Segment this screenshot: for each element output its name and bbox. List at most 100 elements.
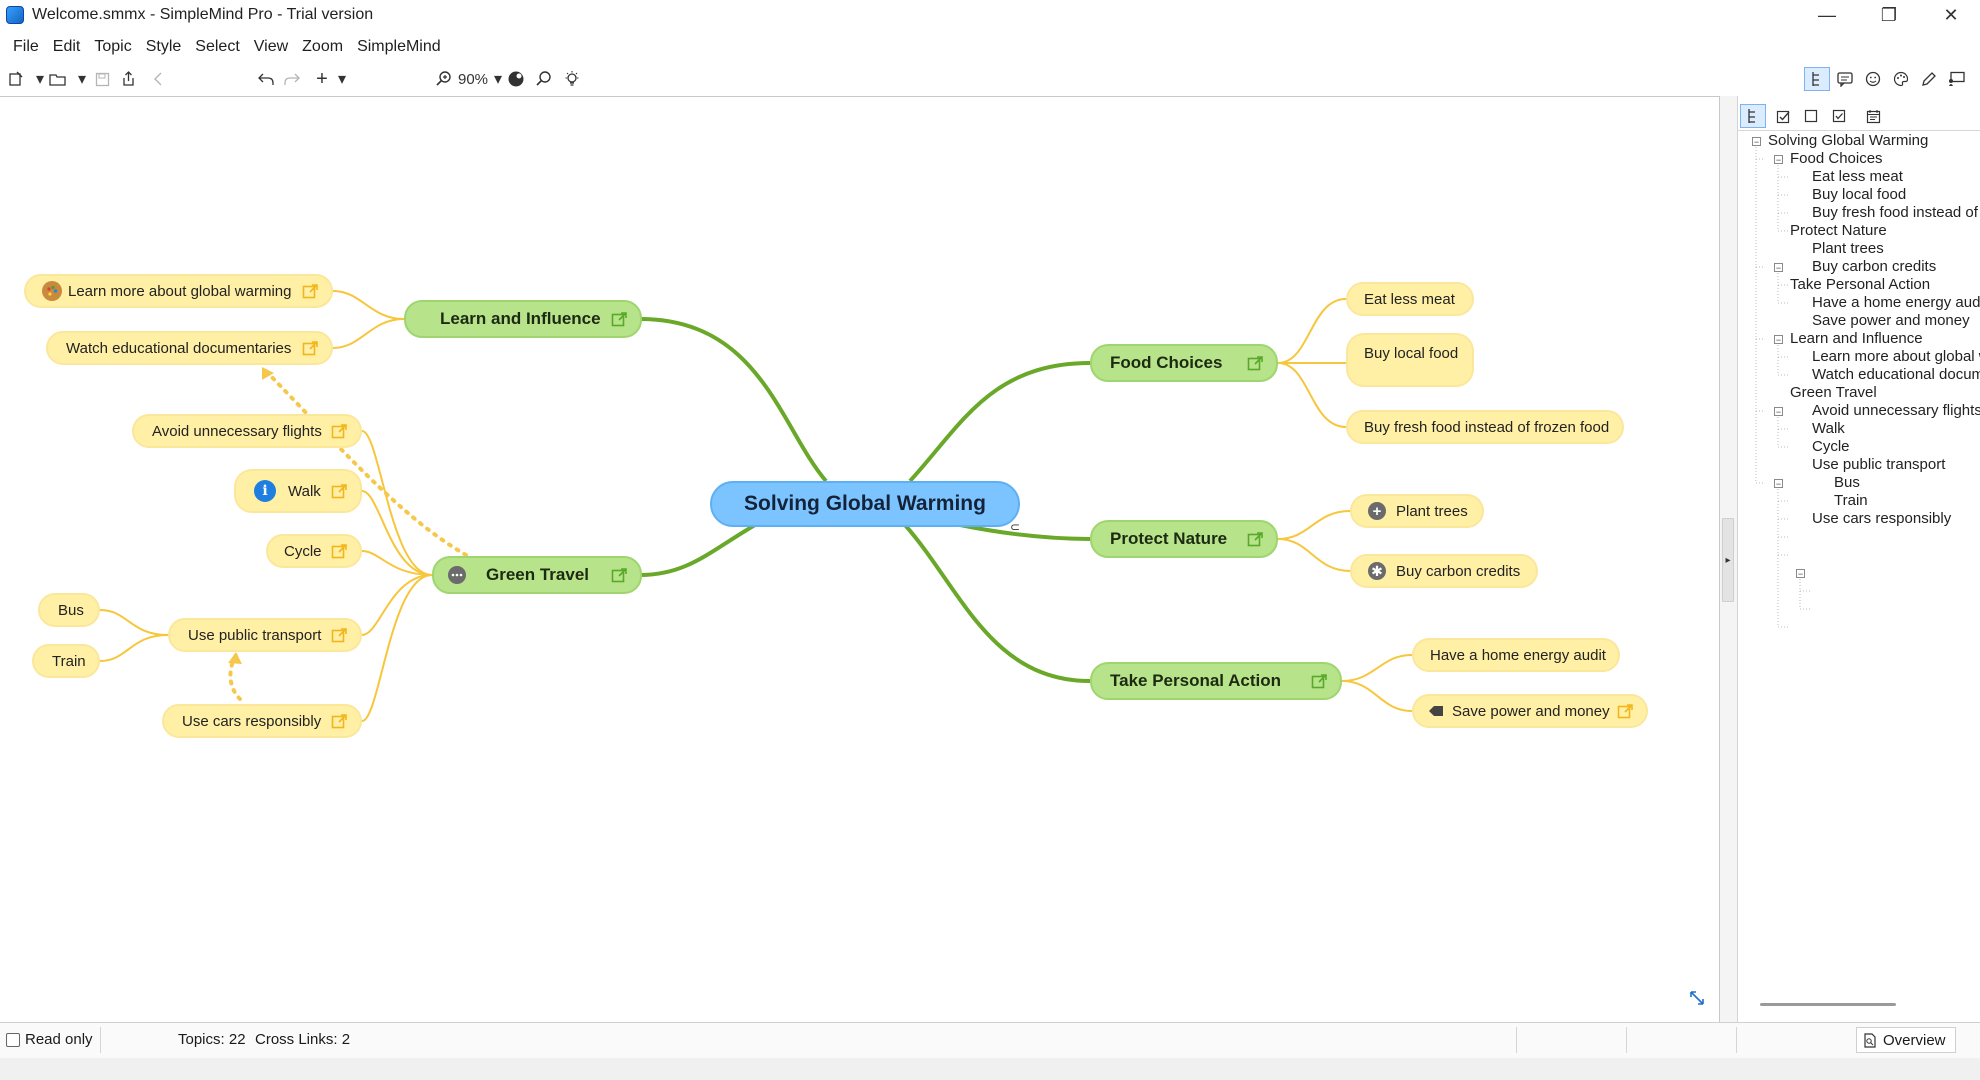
topic-buy-local-food[interactable]: Buy local food [1346, 333, 1474, 387]
status-separator [1516, 1027, 1517, 1053]
add-topic-dropdown-icon[interactable]: ▾ [332, 68, 352, 90]
collapse-toggle-icon[interactable]: − [1774, 155, 1783, 165]
menu-select[interactable]: Select [188, 38, 246, 56]
external-link-icon[interactable] [611, 311, 628, 328]
topic-label: Avoid unnecessary flights [152, 422, 322, 440]
palette-icon[interactable] [1888, 67, 1914, 91]
minimize-button[interactable]: — [1798, 0, 1856, 30]
outline-row[interactable]: Use cars responsibly [1812, 508, 1951, 530]
menu-topic[interactable]: Topic [87, 38, 138, 56]
collapse-toggle-icon[interactable]: − [1774, 407, 1783, 417]
presentation-icon[interactable] [1944, 67, 1970, 91]
external-link-icon[interactable] [1311, 673, 1328, 690]
leaf-connector [99, 634, 169, 662]
overview-button[interactable]: Overview [1856, 1027, 1956, 1053]
fit-to-screen-icon[interactable] [1688, 989, 1706, 1007]
topic-bus[interactable]: Bus [38, 593, 100, 627]
central-topic[interactable]: Solving Global Warming [710, 481, 1020, 527]
menu-view[interactable]: View [247, 38, 295, 56]
open-dropdown-icon[interactable]: ▾ [72, 68, 92, 90]
central-topic-label: Solving Global Warming [744, 492, 986, 515]
mindmap-canvas[interactable]: Solving Global Warming ⊂ Learn and Influ… [0, 96, 1720, 1022]
new-dropdown-icon[interactable]: ▾ [30, 68, 50, 90]
outline-row[interactable]: Use public transport [1812, 454, 1945, 476]
collapse-toggle-icon[interactable]: − [1774, 479, 1783, 489]
style-palette-icon[interactable] [506, 68, 526, 90]
add-topic-icon[interactable]: + [312, 68, 332, 90]
pen-icon[interactable] [1916, 67, 1942, 91]
outline-horizontal-scrollbar[interactable] [1760, 1003, 1896, 1006]
collapse-panel-handle[interactable]: ▸ [1722, 518, 1734, 602]
collapse-toggle-icon[interactable]: − [1752, 137, 1761, 147]
menu-style[interactable]: Style [139, 38, 189, 56]
maximize-button[interactable]: ❐ [1860, 0, 1918, 30]
external-link-icon[interactable] [1617, 703, 1634, 720]
open-folder-icon[interactable] [48, 68, 68, 90]
external-link-icon[interactable] [331, 423, 348, 440]
topic-home-energy-audit[interactable]: Have a home energy audit [1412, 638, 1620, 672]
topic-take-personal-action[interactable]: Take Personal Action [1090, 662, 1342, 700]
topic-learn-more-about-global-warming[interactable]: Learn more about global warming [24, 274, 333, 308]
redo-icon[interactable] [282, 68, 302, 90]
idea-bulb-icon[interactable] [562, 68, 582, 90]
topic-plant-trees[interactable]: + Plant trees [1350, 494, 1484, 528]
outline-view-icon[interactable] [1804, 67, 1830, 91]
menu-simplemind[interactable]: SimpleMind [350, 38, 448, 56]
external-link-icon[interactable] [331, 713, 348, 730]
topic-food-choices[interactable]: Food Choices [1090, 344, 1278, 382]
topic-use-public-transport[interactable]: Use public transport [168, 618, 362, 652]
leaf-connector [332, 290, 405, 320]
external-link-icon[interactable] [1247, 531, 1264, 548]
topic-save-power-and-money[interactable]: Save power and money [1412, 694, 1648, 728]
external-link-icon[interactable] [302, 340, 319, 357]
emoji-icon[interactable] [1860, 67, 1886, 91]
search-icon[interactable] [534, 68, 554, 90]
external-link-icon[interactable] [1247, 355, 1264, 372]
status-bar: Read only Topics: 22 Cross Links: 2 Over… [0, 1022, 1980, 1058]
branch-connector [639, 317, 828, 483]
save-icon[interactable] [92, 68, 112, 90]
read-only-checkbox[interactable] [6, 1033, 20, 1047]
topic-cycle[interactable]: Cycle [266, 534, 362, 568]
read-only-label[interactable]: Read only [25, 1031, 93, 1048]
topic-buy-fresh-food[interactable]: Buy fresh food instead of frozen food [1346, 410, 1624, 444]
topic-learn-and-influence[interactable]: Learn and Influence [404, 300, 642, 338]
menu-file[interactable]: File [6, 38, 46, 56]
topic-buy-carbon-credits[interactable]: ✱ Buy carbon credits [1350, 554, 1538, 588]
zoom-level[interactable]: 90% [458, 68, 488, 90]
branch-connector [903, 523, 1091, 683]
undo-icon[interactable] [256, 68, 276, 90]
more-options-icon[interactable] [448, 566, 466, 584]
leaf-connector [1277, 538, 1351, 572]
notes-icon[interactable] [1832, 67, 1858, 91]
topic-train[interactable]: Train [32, 644, 100, 678]
topics-count: Topics: 22 [178, 1031, 246, 1048]
new-document-icon[interactable] [6, 68, 26, 90]
external-link-icon[interactable] [302, 283, 319, 300]
external-link-icon[interactable] [611, 567, 628, 584]
back-icon[interactable] [148, 68, 168, 90]
zoom-icon[interactable] [434, 68, 454, 90]
topic-use-cars-responsibly[interactable]: Use cars responsibly [162, 704, 362, 738]
zoom-dropdown-icon[interactable]: ▾ [488, 68, 508, 90]
connector-handle[interactable]: ⊂ [1010, 520, 1020, 534]
topic-watch-educational-documentaries[interactable]: Watch educational documentaries [46, 331, 333, 365]
close-button[interactable]: ✕ [1922, 0, 1980, 30]
menu-zoom[interactable]: Zoom [295, 38, 350, 56]
topic-eat-less-meat[interactable]: Eat less meat [1346, 282, 1474, 316]
topic-protect-nature[interactable]: Protect Nature [1090, 520, 1278, 558]
external-link-icon[interactable] [331, 543, 348, 560]
topic-walk[interactable]: i Walk [234, 469, 362, 513]
external-link-icon[interactable] [331, 627, 348, 644]
topic-green-travel[interactable]: Green Travel [432, 556, 642, 594]
external-link-icon[interactable] [331, 483, 348, 500]
collapse-toggle-icon[interactable]: − [1774, 263, 1783, 273]
info-icon: i [254, 480, 276, 502]
menu-edit[interactable]: Edit [46, 38, 88, 56]
topic-label: Take Personal Action [1110, 671, 1281, 690]
collapse-toggle-icon[interactable]: − [1796, 569, 1805, 579]
topic-avoid-unnecessary-flights[interactable]: Avoid unnecessary flights [132, 414, 362, 448]
share-icon[interactable] [118, 68, 138, 90]
topic-label: Food Choices [1110, 353, 1223, 372]
collapse-toggle-icon[interactable]: − [1774, 335, 1783, 345]
